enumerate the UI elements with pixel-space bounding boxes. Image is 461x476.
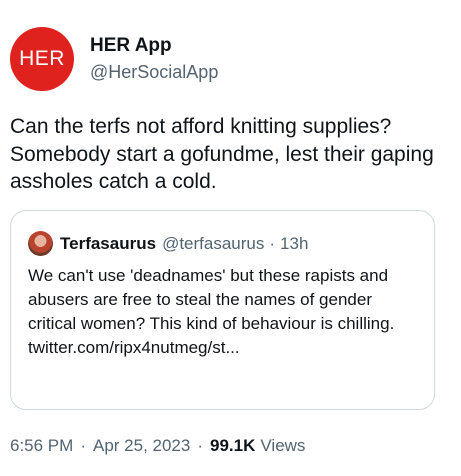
views-label: Views — [260, 436, 306, 455]
tweet-time[interactable]: 6:56 PM — [10, 436, 73, 456]
author-handle[interactable]: @HerSocialApp — [90, 60, 218, 84]
quoted-time: 13h — [280, 233, 309, 253]
tweet-header: HER HER App @HerSocialApp — [10, 27, 218, 91]
quoted-body: We can't use 'deadnames' but these rapis… — [28, 264, 423, 360]
quoted-tweet-header: Terfasaurus @terfasaurus · 13h — [28, 231, 308, 256]
quoted-display-name: Terfasaurus — [60, 233, 157, 253]
quoted-separator: · — [269, 233, 276, 253]
meta-separator: · — [80, 436, 86, 455]
quoted-avatar — [28, 231, 53, 256]
meta-separator: · — [197, 436, 204, 455]
tweet-date[interactable]: Apr 25, 2023 — [93, 436, 190, 456]
views-count[interactable]: 99.1K — [210, 436, 255, 456]
quoted-handle: @terfasaurus — [162, 233, 265, 253]
author-names: HER App @HerSocialApp — [90, 34, 218, 84]
author-display-name[interactable]: HER App — [90, 34, 218, 58]
quoted-text: We can't use 'deadnames' but these rapis… — [28, 266, 395, 333]
tweet-text: Can the terfs not afford knitting suppli… — [10, 115, 434, 193]
quoted-link: twitter.com/ripx4nutmeg/st... — [28, 338, 240, 357]
quoted-tweet[interactable]: Terfasaurus @terfasaurus · 13h We can't … — [10, 210, 435, 410]
avatar[interactable]: HER — [10, 27, 74, 91]
tweet-meta: 6:56 PM · Apr 25, 2023 · 99.1K Views — [10, 436, 305, 456]
